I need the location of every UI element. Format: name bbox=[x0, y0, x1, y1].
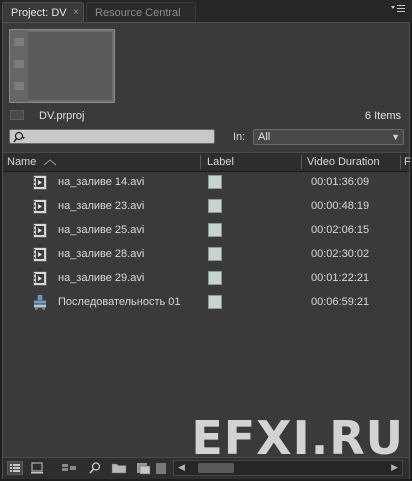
list-item[interactable]: Последовательность 01 00:06:59:21 bbox=[3, 291, 409, 315]
item-count: 6 Items bbox=[364, 110, 401, 122]
preview-thumbnail bbox=[9, 29, 115, 103]
panel-tab-bar: Project: DV × Resource Central bbox=[0, 0, 412, 22]
item-duration: 00:01:36:09 bbox=[311, 176, 370, 188]
list-item[interactable]: на_заливе 25.avi 00:02:06:15 bbox=[3, 219, 409, 243]
item-name: на_заливе 14.avi bbox=[58, 176, 145, 188]
sort-ascending-icon[interactable] bbox=[43, 159, 57, 166]
close-icon[interactable]: × bbox=[73, 3, 79, 23]
watermark: EFXI.RU bbox=[191, 411, 404, 465]
column-header-label[interactable]: Label bbox=[207, 153, 234, 171]
video-clip-icon bbox=[33, 271, 47, 286]
label-color-swatch[interactable] bbox=[208, 223, 222, 237]
video-clip-icon bbox=[33, 247, 47, 262]
in-label: In: bbox=[233, 131, 246, 143]
in-dropdown-value: All bbox=[258, 131, 271, 143]
item-name: на_заливе 25.avi bbox=[58, 224, 145, 236]
item-duration: 00:02:06:15 bbox=[311, 224, 370, 236]
column-divider[interactable] bbox=[301, 155, 302, 169]
preview-image bbox=[28, 32, 112, 100]
new-item-icon[interactable] bbox=[135, 461, 151, 475]
item-duration: 00:06:59:21 bbox=[311, 296, 370, 308]
project-items-list: на_заливе 14.avi 00:01:36:09 на_заливе 2… bbox=[3, 171, 409, 451]
column-divider[interactable] bbox=[200, 155, 201, 169]
label-color-swatch[interactable] bbox=[208, 247, 222, 261]
list-item[interactable]: на_заливе 23.avi 00:00:48:19 bbox=[3, 195, 409, 219]
column-header-row: Name Label Video Duration F bbox=[3, 152, 411, 172]
chevron-down-icon: ▼ bbox=[391, 132, 400, 142]
item-name: на_заливе 23.avi bbox=[58, 200, 145, 212]
column-header-name[interactable]: Name bbox=[7, 153, 36, 171]
column-divider[interactable] bbox=[400, 155, 401, 169]
tab-resource-central-label: Resource Central bbox=[95, 7, 181, 19]
scroll-left-icon[interactable]: ◀ bbox=[178, 462, 185, 473]
tab-project-label: Project: DV bbox=[11, 7, 67, 19]
list-item[interactable]: на_заливе 28.avi 00:02:30:02 bbox=[3, 243, 409, 267]
label-color-swatch[interactable] bbox=[208, 175, 222, 189]
icon-view-icon[interactable] bbox=[29, 461, 45, 475]
item-duration: 00:01:22:21 bbox=[311, 272, 370, 284]
tab-resource-central[interactable]: Resource Central bbox=[86, 2, 196, 22]
item-name: на_заливе 29.avi bbox=[58, 272, 145, 284]
column-header-next[interactable]: F bbox=[404, 153, 411, 171]
item-name: Последовательность 01 bbox=[58, 296, 181, 308]
label-color-swatch[interactable] bbox=[208, 271, 222, 285]
project-file-name: DV.prproj bbox=[39, 110, 85, 122]
item-duration: 00:00:48:19 bbox=[311, 200, 370, 212]
project-file-icon bbox=[10, 110, 24, 120]
panel-menu-icon[interactable] bbox=[390, 4, 406, 16]
find-icon[interactable] bbox=[87, 461, 103, 475]
search-icon[interactable] bbox=[13, 131, 25, 143]
list-item[interactable]: на_заливе 29.avi 00:01:22:21 bbox=[3, 267, 409, 291]
video-clip-icon bbox=[33, 199, 47, 214]
item-name: на_заливе 28.avi bbox=[58, 248, 145, 260]
video-clip-icon bbox=[33, 223, 47, 238]
clear-icon[interactable] bbox=[153, 461, 169, 475]
label-color-swatch[interactable] bbox=[208, 295, 222, 309]
new-bin-icon[interactable] bbox=[111, 461, 127, 475]
tab-project[interactable]: Project: DV × bbox=[2, 2, 84, 22]
film-strip bbox=[10, 30, 28, 102]
item-duration: 00:02:30:02 bbox=[311, 248, 370, 260]
list-view-icon[interactable] bbox=[7, 461, 23, 475]
label-color-swatch[interactable] bbox=[208, 199, 222, 213]
video-clip-icon bbox=[33, 175, 47, 190]
automate-to-sequence-icon[interactable] bbox=[61, 461, 77, 475]
list-item[interactable]: на_заливе 14.avi 00:01:36:09 bbox=[3, 171, 409, 195]
sequence-icon bbox=[34, 295, 46, 310]
search-input[interactable] bbox=[9, 129, 215, 144]
column-header-video-duration[interactable]: Video Duration bbox=[307, 153, 380, 171]
in-dropdown[interactable]: All ▼ bbox=[253, 129, 404, 145]
